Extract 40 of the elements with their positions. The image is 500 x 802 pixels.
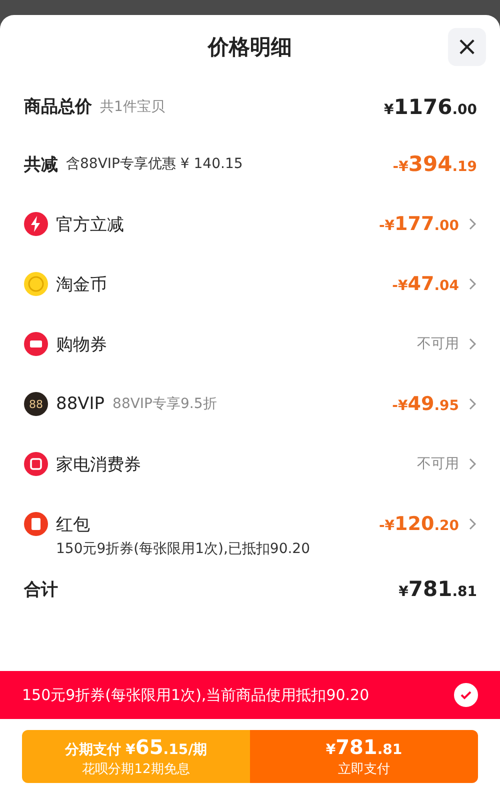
discount-detail: 150元9折券(每张限用1次),已抵扣90.20 xyxy=(56,541,310,557)
chevron-icon xyxy=(467,397,477,411)
installment-button[interactable]: 分期支付 ¥65.15/期 花呗分期12期免息 xyxy=(22,730,250,783)
reduction-amount: -¥394.19 xyxy=(392,152,477,176)
close-button[interactable]: × xyxy=(448,28,486,66)
discount-label: 淘金币 xyxy=(56,274,107,296)
envelope-icon xyxy=(24,512,48,536)
discount-amount: -¥177.00 xyxy=(378,213,459,235)
sheet-title: 价格明细 xyxy=(208,34,292,61)
reduction-note: 含88VIP专享优惠 ¥ 140.15 xyxy=(66,155,243,173)
voucher-icon xyxy=(24,452,48,476)
reduction-label: 共减 xyxy=(24,154,58,176)
discount-amount: -¥120.20 xyxy=(378,513,459,535)
chevron-icon xyxy=(467,517,477,531)
coupon-text: 150元9折券(每张限用1次),当前商品使用抵扣90.20 xyxy=(22,686,370,704)
discount-label: 官方立减 xyxy=(56,214,124,236)
discount-amount: -¥47.04 xyxy=(392,273,459,295)
discount-label: 购物券 xyxy=(56,334,107,356)
summary-note: 共1件宝贝 xyxy=(100,98,165,116)
lightning-icon xyxy=(24,212,48,236)
chevron-icon xyxy=(467,217,477,231)
chevron-icon xyxy=(467,457,477,471)
coin-icon xyxy=(24,272,48,296)
total-label: 合计 xyxy=(24,578,58,600)
pay-now-button[interactable]: ¥781.81 立即支付 xyxy=(250,730,478,783)
summary-amount: ¥1176.00 xyxy=(384,94,477,118)
discount-status: 不可用 xyxy=(417,455,459,473)
vip-badge-icon: 88 xyxy=(24,392,48,416)
discount-label: 家电消费券 xyxy=(56,454,141,476)
discount-label: 红包 xyxy=(56,514,90,536)
discount-status: 不可用 xyxy=(417,335,459,353)
summary-label: 商品总价 xyxy=(24,96,92,118)
discount-note: 88VIP专享9.5折 xyxy=(112,395,217,413)
discount-amount: -¥49.95 xyxy=(392,393,459,415)
total-amount: ¥781.81 xyxy=(398,577,477,601)
chevron-icon xyxy=(467,337,477,351)
ticket-icon xyxy=(24,332,48,356)
discount-label: 88VIP xyxy=(56,394,105,414)
chevron-icon xyxy=(467,277,477,291)
check-icon[interactable] xyxy=(454,683,478,707)
